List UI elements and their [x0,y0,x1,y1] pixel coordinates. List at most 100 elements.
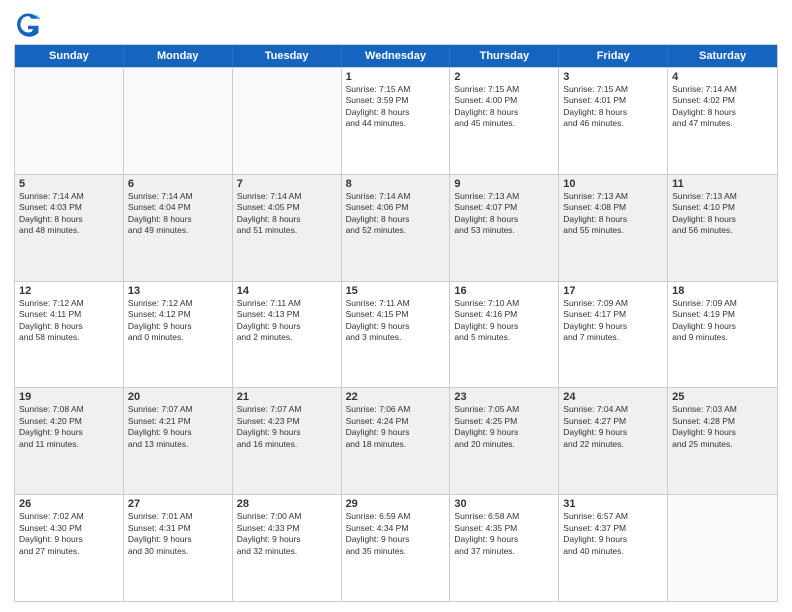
calendar-cell-day-6: 6Sunrise: 7:14 AM Sunset: 4:04 PM Daylig… [124,175,233,281]
calendar-cell-day-10: 10Sunrise: 7:13 AM Sunset: 4:08 PM Dayli… [559,175,668,281]
day-number: 22 [346,391,446,403]
cell-details: Sunrise: 7:13 AM Sunset: 4:07 PM Dayligh… [454,191,554,237]
day-number: 13 [128,285,228,297]
calendar-cell-day-26: 26Sunrise: 7:02 AM Sunset: 4:30 PM Dayli… [15,495,124,601]
day-number: 26 [19,498,119,510]
calendar-cell-empty [668,495,777,601]
cell-details: Sunrise: 7:09 AM Sunset: 4:17 PM Dayligh… [563,298,663,344]
calendar-cell-day-13: 13Sunrise: 7:12 AM Sunset: 4:12 PM Dayli… [124,282,233,388]
day-number: 28 [237,498,337,510]
cell-details: Sunrise: 7:12 AM Sunset: 4:11 PM Dayligh… [19,298,119,344]
calendar-cell-day-28: 28Sunrise: 7:00 AM Sunset: 4:33 PM Dayli… [233,495,342,601]
cell-details: Sunrise: 7:07 AM Sunset: 4:21 PM Dayligh… [128,404,228,450]
calendar-cell-day-16: 16Sunrise: 7:10 AM Sunset: 4:16 PM Dayli… [450,282,559,388]
page: SundayMondayTuesdayWednesdayThursdayFrid… [0,0,792,612]
day-number: 24 [563,391,663,403]
calendar-row-1: 1Sunrise: 7:15 AM Sunset: 3:59 PM Daylig… [15,67,777,174]
cell-details: Sunrise: 6:58 AM Sunset: 4:35 PM Dayligh… [454,511,554,557]
calendar-cell-day-31: 31Sunrise: 6:57 AM Sunset: 4:37 PM Dayli… [559,495,668,601]
calendar-body: 1Sunrise: 7:15 AM Sunset: 3:59 PM Daylig… [15,67,777,601]
day-number: 21 [237,391,337,403]
calendar-cell-day-15: 15Sunrise: 7:11 AM Sunset: 4:15 PM Dayli… [342,282,451,388]
calendar-cell-day-14: 14Sunrise: 7:11 AM Sunset: 4:13 PM Dayli… [233,282,342,388]
cell-details: Sunrise: 7:06 AM Sunset: 4:24 PM Dayligh… [346,404,446,450]
calendar-row-3: 12Sunrise: 7:12 AM Sunset: 4:11 PM Dayli… [15,281,777,388]
cell-details: Sunrise: 7:12 AM Sunset: 4:12 PM Dayligh… [128,298,228,344]
calendar-cell-day-11: 11Sunrise: 7:13 AM Sunset: 4:10 PM Dayli… [668,175,777,281]
day-number: 11 [672,178,773,190]
day-number: 19 [19,391,119,403]
day-number: 14 [237,285,337,297]
day-number: 25 [672,391,773,403]
cell-details: Sunrise: 7:15 AM Sunset: 3:59 PM Dayligh… [346,84,446,130]
cell-details: Sunrise: 7:08 AM Sunset: 4:20 PM Dayligh… [19,404,119,450]
calendar-cell-day-19: 19Sunrise: 7:08 AM Sunset: 4:20 PM Dayli… [15,388,124,494]
cell-details: Sunrise: 7:15 AM Sunset: 4:00 PM Dayligh… [454,84,554,130]
day-number: 17 [563,285,663,297]
day-number: 30 [454,498,554,510]
day-number: 12 [19,285,119,297]
day-number: 27 [128,498,228,510]
calendar-cell-day-2: 2Sunrise: 7:15 AM Sunset: 4:00 PM Daylig… [450,68,559,174]
cell-details: Sunrise: 6:57 AM Sunset: 4:37 PM Dayligh… [563,511,663,557]
calendar-row-5: 26Sunrise: 7:02 AM Sunset: 4:30 PM Dayli… [15,494,777,601]
weekday-header-thursday: Thursday [450,45,559,67]
calendar-cell-day-23: 23Sunrise: 7:05 AM Sunset: 4:25 PM Dayli… [450,388,559,494]
calendar-cell-day-17: 17Sunrise: 7:09 AM Sunset: 4:17 PM Dayli… [559,282,668,388]
calendar-cell-day-27: 27Sunrise: 7:01 AM Sunset: 4:31 PM Dayli… [124,495,233,601]
day-number: 4 [672,71,773,83]
day-number: 5 [19,178,119,190]
day-number: 3 [563,71,663,83]
cell-details: Sunrise: 7:14 AM Sunset: 4:03 PM Dayligh… [19,191,119,237]
header [14,10,778,38]
calendar-cell-day-20: 20Sunrise: 7:07 AM Sunset: 4:21 PM Dayli… [124,388,233,494]
cell-details: Sunrise: 7:03 AM Sunset: 4:28 PM Dayligh… [672,404,773,450]
day-number: 15 [346,285,446,297]
cell-details: Sunrise: 7:15 AM Sunset: 4:01 PM Dayligh… [563,84,663,130]
day-number: 16 [454,285,554,297]
cell-details: Sunrise: 7:05 AM Sunset: 4:25 PM Dayligh… [454,404,554,450]
calendar-cell-day-3: 3Sunrise: 7:15 AM Sunset: 4:01 PM Daylig… [559,68,668,174]
cell-details: Sunrise: 7:10 AM Sunset: 4:16 PM Dayligh… [454,298,554,344]
weekday-header-wednesday: Wednesday [342,45,451,67]
cell-details: Sunrise: 7:01 AM Sunset: 4:31 PM Dayligh… [128,511,228,557]
day-number: 9 [454,178,554,190]
cell-details: Sunrise: 7:02 AM Sunset: 4:30 PM Dayligh… [19,511,119,557]
calendar-cell-day-5: 5Sunrise: 7:14 AM Sunset: 4:03 PM Daylig… [15,175,124,281]
cell-details: Sunrise: 7:14 AM Sunset: 4:02 PM Dayligh… [672,84,773,130]
day-number: 20 [128,391,228,403]
calendar-cell-day-12: 12Sunrise: 7:12 AM Sunset: 4:11 PM Dayli… [15,282,124,388]
day-number: 6 [128,178,228,190]
day-number: 23 [454,391,554,403]
cell-details: Sunrise: 7:14 AM Sunset: 4:04 PM Dayligh… [128,191,228,237]
cell-details: Sunrise: 7:11 AM Sunset: 4:13 PM Dayligh… [237,298,337,344]
cell-details: Sunrise: 7:00 AM Sunset: 4:33 PM Dayligh… [237,511,337,557]
calendar-cell-empty [233,68,342,174]
logo-icon [14,10,42,38]
day-number: 31 [563,498,663,510]
calendar-cell-day-18: 18Sunrise: 7:09 AM Sunset: 4:19 PM Dayli… [668,282,777,388]
calendar-cell-empty [124,68,233,174]
day-number: 1 [346,71,446,83]
calendar-cell-day-24: 24Sunrise: 7:04 AM Sunset: 4:27 PM Dayli… [559,388,668,494]
cell-details: Sunrise: 7:09 AM Sunset: 4:19 PM Dayligh… [672,298,773,344]
cell-details: Sunrise: 7:11 AM Sunset: 4:15 PM Dayligh… [346,298,446,344]
calendar-cell-day-22: 22Sunrise: 7:06 AM Sunset: 4:24 PM Dayli… [342,388,451,494]
weekday-header-monday: Monday [124,45,233,67]
cell-details: Sunrise: 7:14 AM Sunset: 4:05 PM Dayligh… [237,191,337,237]
day-number: 29 [346,498,446,510]
calendar-cell-day-4: 4Sunrise: 7:14 AM Sunset: 4:02 PM Daylig… [668,68,777,174]
calendar-row-2: 5Sunrise: 7:14 AM Sunset: 4:03 PM Daylig… [15,174,777,281]
day-number: 2 [454,71,554,83]
calendar-cell-day-1: 1Sunrise: 7:15 AM Sunset: 3:59 PM Daylig… [342,68,451,174]
calendar-cell-day-25: 25Sunrise: 7:03 AM Sunset: 4:28 PM Dayli… [668,388,777,494]
calendar-cell-empty [15,68,124,174]
cell-details: Sunrise: 7:04 AM Sunset: 4:27 PM Dayligh… [563,404,663,450]
weekday-header-friday: Friday [559,45,668,67]
calendar-cell-day-21: 21Sunrise: 7:07 AM Sunset: 4:23 PM Dayli… [233,388,342,494]
weekday-header-sunday: Sunday [15,45,124,67]
calendar-cell-day-9: 9Sunrise: 7:13 AM Sunset: 4:07 PM Daylig… [450,175,559,281]
day-number: 8 [346,178,446,190]
calendar-row-4: 19Sunrise: 7:08 AM Sunset: 4:20 PM Dayli… [15,387,777,494]
weekday-header-saturday: Saturday [668,45,777,67]
